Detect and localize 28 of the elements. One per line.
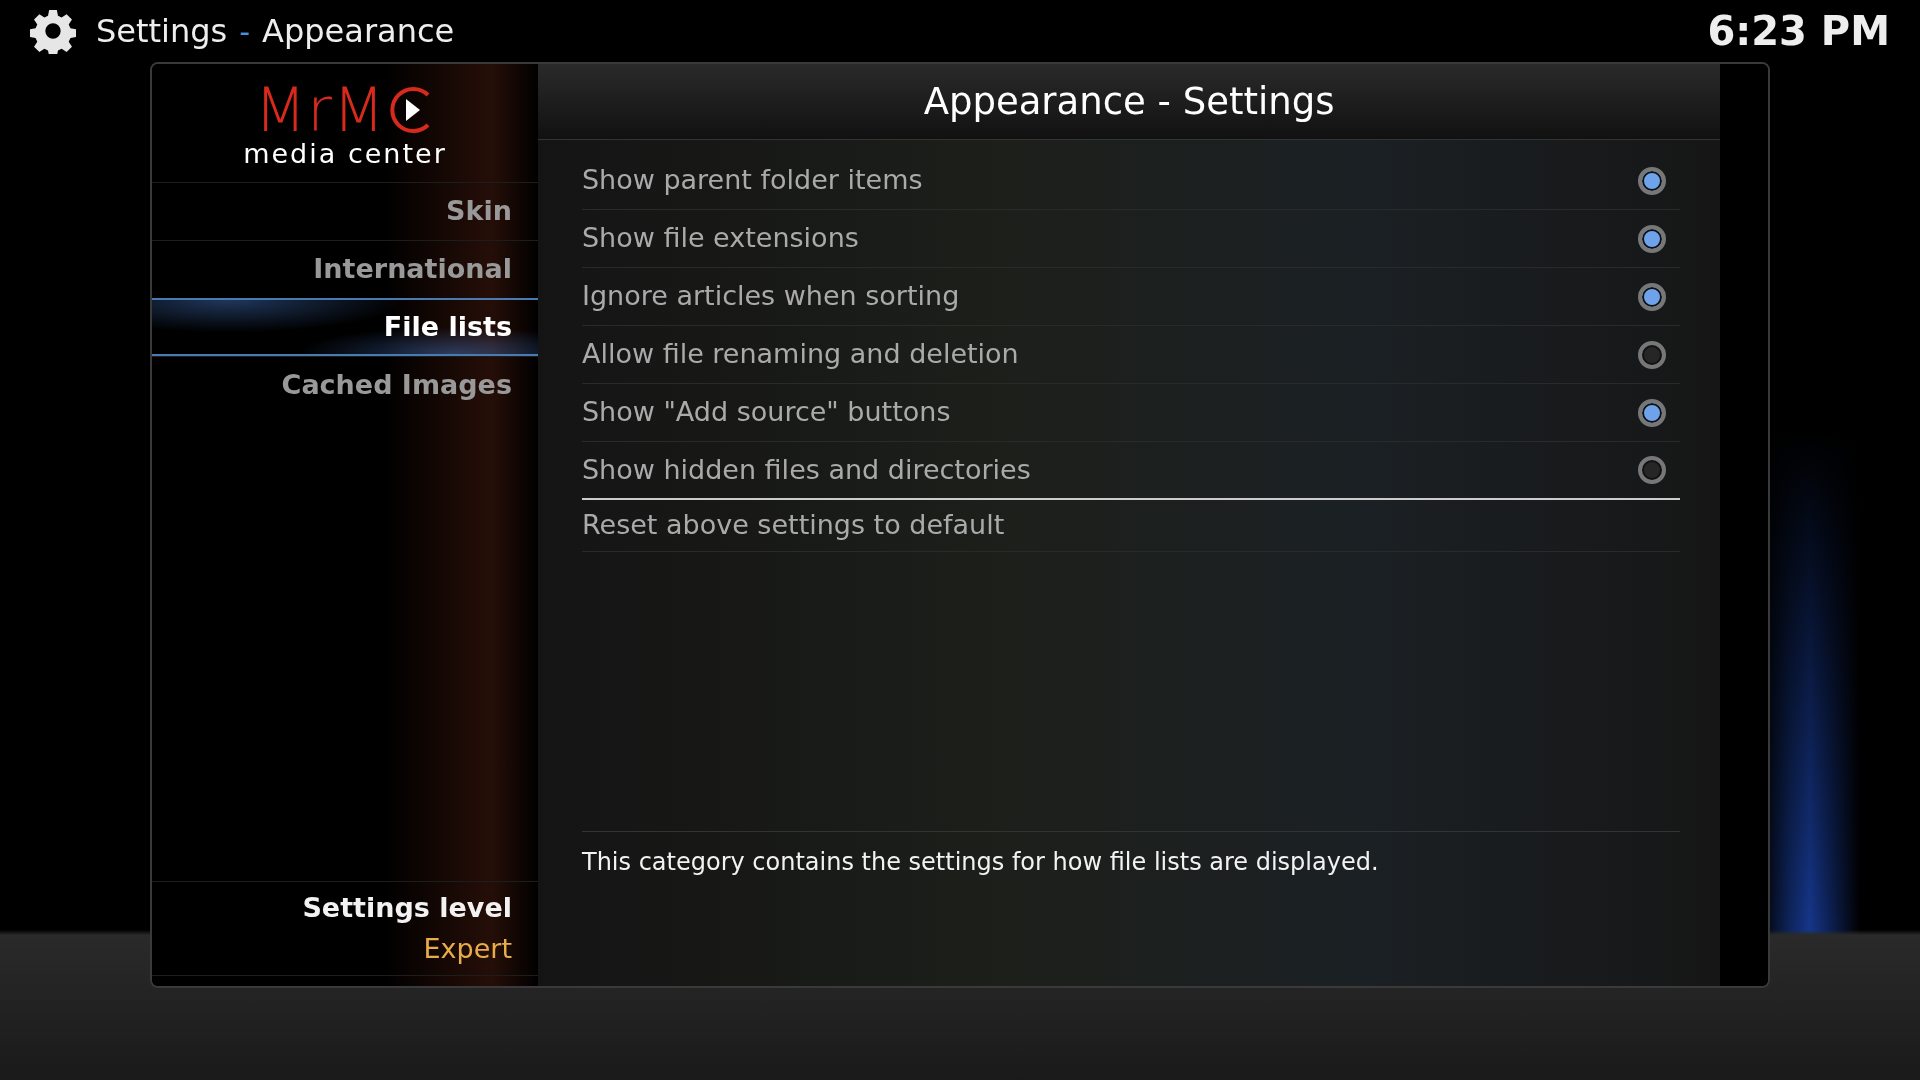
setting-label[interactable]: Show hidden files and directories	[582, 449, 1031, 491]
sidebar-item[interactable]: Cached Images	[152, 356, 538, 414]
clock: 6:23 PM	[1707, 7, 1890, 56]
page-title: Appearance - Settings	[538, 64, 1721, 140]
sidebar-item[interactable]: Skin	[152, 182, 538, 240]
breadcrumb-section: Settings	[96, 7, 228, 55]
setting-label[interactable]: Ignore articles when sorting	[582, 276, 960, 317]
category-description: This category contains the settings for how file lists are displayed.	[582, 831, 1681, 986]
breadcrumb-separator: -	[239, 12, 251, 51]
settings-level-value[interactable]: Expert	[152, 928, 512, 969]
settings-icon	[30, 8, 76, 54]
logo-text: MrM	[254, 79, 386, 140]
radio-button[interactable]	[1638, 224, 1667, 253]
radio-button[interactable]	[1638, 282, 1667, 311]
logo-tagline: media center	[243, 139, 447, 167]
sidebar-item[interactable]: File lists	[152, 298, 538, 356]
reset-button[interactable]: Reset above settings to default	[582, 505, 1005, 546]
setting-label[interactable]: Show "Add source" buttons	[582, 392, 951, 433]
radio-button[interactable]	[1638, 456, 1667, 484]
sidebar-item[interactable]: International	[152, 240, 538, 298]
setting-label[interactable]: Show file extensions	[582, 218, 859, 259]
radio-button[interactable]	[1638, 340, 1667, 369]
radio-button[interactable]	[1638, 166, 1667, 195]
radio-button[interactable]	[1638, 398, 1667, 427]
breadcrumb-page: Appearance	[262, 11, 455, 52]
settings-level-label: Settings level	[301, 891, 512, 925]
setting-label[interactable]: Show parent folder items	[582, 160, 923, 201]
setting-label[interactable]: Allow file renaming and deletion	[582, 334, 1019, 375]
